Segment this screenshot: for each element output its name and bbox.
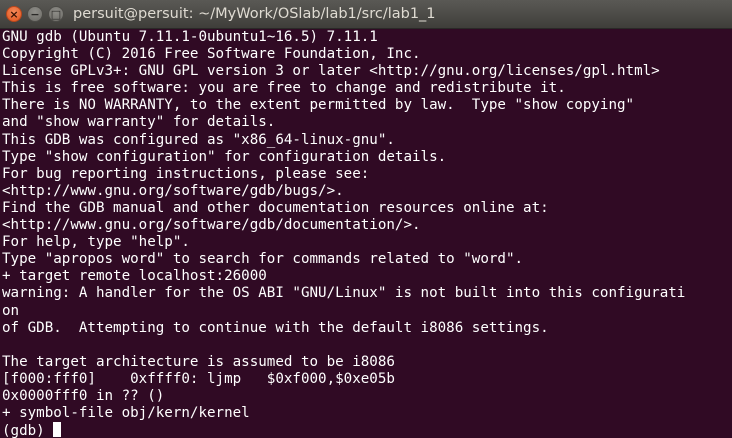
- terminal-line: 0x0000fff0 in ?? (): [2, 387, 165, 404]
- minimize-window-button[interactable]: −: [27, 6, 43, 22]
- close-window-button[interactable]: ×: [6, 6, 22, 22]
- terminal-line: The target architecture is assumed to be…: [2, 353, 395, 370]
- text-cursor: [53, 422, 62, 438]
- terminal-line: [f000:fff0] 0xffff0: ljmp $0xf000,$0xe05…: [2, 370, 395, 387]
- terminal-line: This is free software: you are free to c…: [2, 80, 566, 97]
- maximize-icon: □: [50, 8, 62, 21]
- terminal-output[interactable]: GNU gdb (Ubuntu 7.11.1-0ubuntu1~16.5) 7.…: [0, 29, 732, 438]
- terminal-line: on: [2, 302, 20, 319]
- terminal-line: + target remote localhost:26000: [2, 268, 267, 285]
- gdb-prompt-line[interactable]: (gdb): [2, 422, 732, 438]
- terminal-line: warning: A handler for the OS ABI "GNU/L…: [2, 285, 686, 302]
- title-bar[interactable]: × − □ persuit@persuit: ~/MyWork/OSlab/la…: [0, 0, 732, 29]
- terminal-line: For help, type "help".: [2, 234, 190, 251]
- terminal-line: There is NO WARRANTY, to the extent perm…: [2, 97, 635, 114]
- terminal-line: This GDB was configured as "x86_64-linux…: [2, 131, 395, 148]
- close-icon: ×: [9, 8, 19, 21]
- minimize-icon: −: [30, 8, 40, 21]
- terminal-line: and "show warranty" for details.: [2, 114, 276, 131]
- terminal-line: Type "apropos word" to search for comman…: [2, 251, 524, 268]
- terminal-line: Type "show configuration" for configurat…: [2, 148, 447, 165]
- window-title: persuit@persuit: ~/MyWork/OSlab/lab1/src…: [73, 6, 436, 22]
- terminal-line: For bug reporting instructions, please s…: [2, 165, 370, 182]
- maximize-window-button[interactable]: □: [48, 6, 64, 22]
- terminal-line: <http://www.gnu.org/software/gdb/documen…: [2, 217, 421, 234]
- terminal-line: Copyright (C) 2016 Free Software Foundat…: [2, 46, 421, 63]
- terminal-line: + symbol-file obj/kern/kernel: [2, 405, 250, 422]
- terminal-line: GNU gdb (Ubuntu 7.11.1-0ubuntu1~16.5) 7.…: [2, 29, 378, 45]
- terminal-line: Find the GDB manual and other documentat…: [2, 199, 549, 216]
- terminal-line: License GPLv3+: GNU GPL version 3 or lat…: [2, 63, 660, 80]
- terminal-line: <http://www.gnu.org/software/gdb/bugs/>.: [2, 182, 344, 199]
- terminal-line: of GDB. Attempting to continue with the …: [2, 319, 549, 336]
- gdb-prompt: (gdb): [2, 423, 54, 438]
- terminal-window: × − □ persuit@persuit: ~/MyWork/OSlab/la…: [0, 0, 732, 438]
